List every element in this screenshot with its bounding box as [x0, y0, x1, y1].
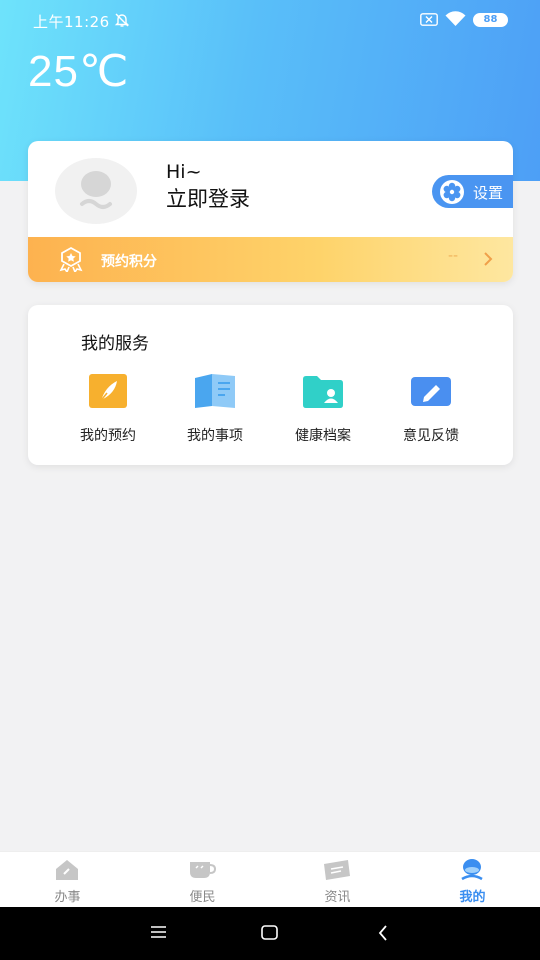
gear-icon — [440, 180, 464, 204]
house-icon — [56, 860, 78, 880]
service-feedback[interactable]: 意见反馈 — [381, 373, 481, 449]
points-label: 预约积分 — [101, 254, 157, 270]
services-title: 我的服务 — [81, 334, 149, 354]
login-link[interactable]: 立即登录 — [166, 183, 250, 213]
system-navigation-bar — [0, 907, 540, 960]
home-square-icon[interactable] — [261, 925, 278, 940]
settings-label: 设置 — [473, 184, 504, 202]
service-label: 我的预约 — [80, 428, 136, 444]
service-label: 我的事项 — [187, 428, 243, 444]
open-book-icon — [195, 374, 235, 408]
service-label: 意见反馈 — [403, 428, 459, 444]
points-value: -- — [448, 248, 459, 264]
service-health-records[interactable]: 健康档案 — [273, 373, 373, 449]
bottom-tab-bar: 办事 便民 资讯 我的 — [0, 851, 540, 907]
greeting-text: Hi~ — [166, 161, 202, 183]
cup-icon — [190, 862, 216, 878]
service-label: 健康档案 — [295, 428, 351, 444]
feather-note-icon — [89, 374, 127, 408]
tab-affairs[interactable]: 办事 — [0, 852, 135, 908]
temperature-display: 25℃ — [28, 47, 130, 96]
back-icon[interactable] — [377, 925, 389, 941]
tab-label: 我的 — [459, 890, 486, 905]
tab-label: 便民 — [189, 890, 216, 905]
person-icon — [461, 859, 483, 881]
medal-icon — [59, 246, 83, 272]
service-my-appointments[interactable]: 我的预约 — [58, 373, 158, 449]
points-bar[interactable]: 预约积分 -- — [28, 237, 513, 282]
battery-indicator: 88 — [473, 13, 508, 27]
tab-news[interactable]: 资讯 — [270, 852, 405, 908]
default-avatar-icon — [80, 171, 112, 209]
tab-convenience[interactable]: 便民 — [135, 852, 270, 908]
service-my-items[interactable]: 我的事项 — [165, 373, 265, 449]
profile-card: Hi~ 立即登录 设置 预约积分 -- — [28, 141, 513, 282]
tab-label: 办事 — [54, 890, 81, 905]
status-time: 上午11:26 — [33, 13, 110, 31]
tab-mine[interactable]: 我的 — [405, 852, 540, 908]
tab-label: 资讯 — [324, 890, 351, 905]
edit-pencil-icon — [411, 377, 451, 406]
services-card: 我的服务 我的预约 我的事项 健康档案 意见反馈 — [28, 305, 513, 465]
news-icon — [324, 860, 350, 880]
avatar[interactable] — [55, 158, 137, 224]
chevron-right-icon — [484, 252, 493, 266]
status-bar: 上午11:26 88 — [0, 0, 540, 40]
no-sim-icon — [420, 13, 438, 26]
bell-off-icon — [114, 13, 130, 27]
wifi-icon — [445, 11, 466, 26]
menu-icon[interactable] — [150, 925, 167, 939]
settings-button[interactable]: 设置 — [432, 175, 513, 208]
folder-user-icon — [303, 376, 343, 408]
